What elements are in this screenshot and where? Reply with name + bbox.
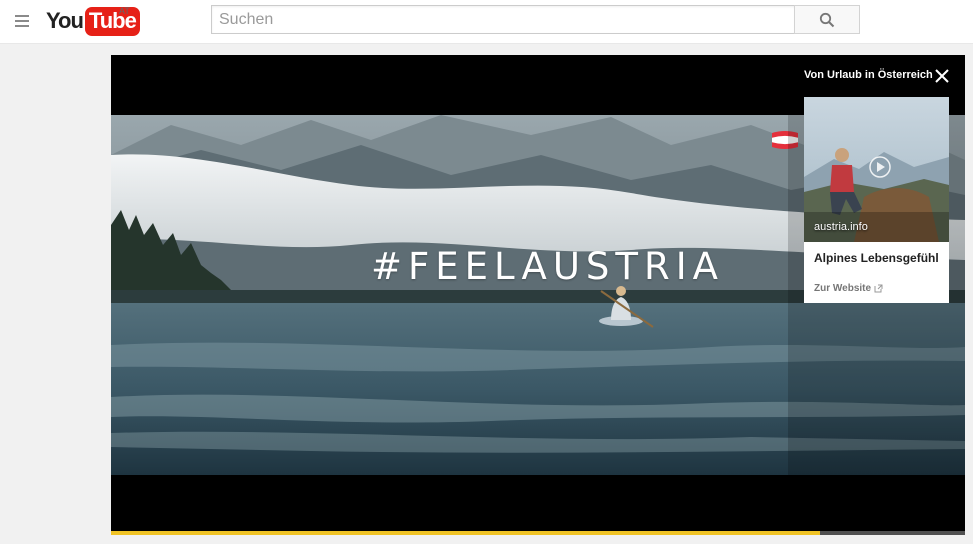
close-icon[interactable] (934, 68, 950, 84)
visit-website-label: Zur Website (814, 283, 872, 294)
progress-fill (111, 531, 820, 535)
logo-tube-text: Tube (84, 6, 140, 36)
search-icon (819, 12, 835, 27)
menu-icon[interactable] (13, 13, 31, 29)
visit-website-link[interactable]: Zur Website (814, 283, 883, 294)
search-button[interactable] (794, 5, 860, 34)
info-card-thumbnail[interactable]: austria.info (804, 97, 949, 242)
info-card-title[interactable]: Alpines Lebensgefühl (814, 251, 939, 266)
video-player[interactable]: #FEELAUSTRIA Von Urlaub in Österreich au… (111, 55, 965, 535)
info-card[interactable]: austria.info Alpines Lebensgefühl Zur We… (804, 97, 949, 303)
info-card-header: Von Urlaub in Österreich (804, 69, 933, 81)
country-code: AT (119, 6, 130, 16)
video-headline: #FEELAUSTRIA (371, 245, 724, 288)
logo-you-text: You (46, 8, 84, 33)
info-card-domain: austria.info (814, 221, 868, 233)
youtube-logo[interactable]: You Tube AT (46, 6, 140, 36)
progress-bar[interactable] (111, 531, 965, 535)
external-link-icon (874, 284, 883, 293)
search-input[interactable] (211, 5, 795, 34)
masthead: You Tube AT (0, 0, 973, 44)
